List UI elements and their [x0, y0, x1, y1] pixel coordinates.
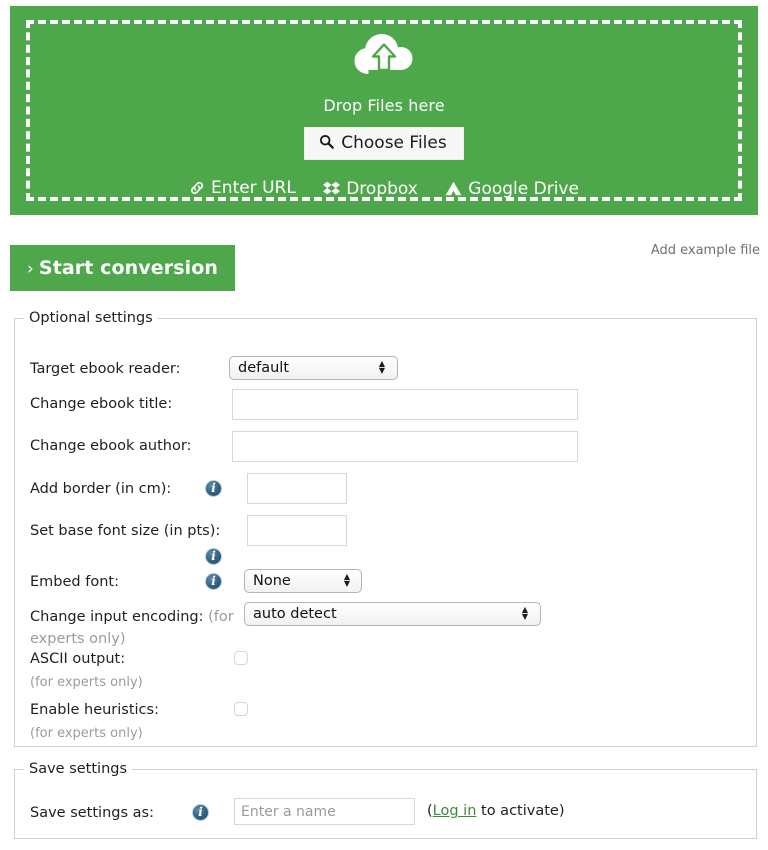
info-icon[interactable]: i: [205, 573, 222, 590]
cloud-upload-icon: [353, 30, 415, 76]
ebook-title-label: Change ebook title:: [30, 396, 173, 412]
ascii-output-label: ASCII output:: [30, 651, 126, 667]
embed-font-select[interactable]: None: [244, 569, 362, 593]
optional-settings-panel: Optional settings Target ebook reader: d…: [14, 310, 757, 747]
google-drive-icon: [445, 181, 462, 196]
link-icon: [189, 180, 205, 196]
choose-files-button[interactable]: Choose Files: [304, 127, 464, 160]
save-settings-legend: Save settings: [29, 761, 128, 777]
choose-files-label: Choose Files: [341, 133, 447, 153]
add-border-input[interactable]: [247, 473, 347, 504]
input-encoding-select[interactable]: auto detect: [244, 602, 541, 626]
enable-heuristics-sublabel: (for experts only): [30, 726, 143, 741]
login-note: (Log in to activate): [427, 803, 564, 819]
add-border-label: Add border (in cm):: [30, 481, 172, 497]
start-conversion-button[interactable]: › Start conversion: [10, 245, 235, 291]
enter-url-link[interactable]: Enter URL: [189, 178, 296, 198]
base-font-size-input[interactable]: [247, 515, 347, 546]
login-note-suffix: to activate): [476, 803, 565, 819]
chevron-right-icon: ›: [27, 259, 34, 279]
ascii-output-sublabel: (for experts only): [30, 675, 143, 690]
base-font-size-label: Set base font size (in pts):: [30, 523, 221, 539]
optional-settings-legend: Optional settings: [29, 310, 153, 326]
save-settings-as-label: Save settings as:: [30, 805, 154, 821]
enable-heuristics-checkbox[interactable]: [234, 702, 248, 716]
enable-heuristics-label: Enable heuristics:: [30, 702, 159, 718]
info-icon[interactable]: i: [205, 548, 222, 565]
ascii-output-checkbox[interactable]: [234, 651, 248, 665]
info-icon[interactable]: i: [192, 804, 209, 821]
input-encoding-label-text: Change input encoding:: [30, 609, 204, 625]
search-icon: [319, 134, 335, 152]
dropbox-icon: [323, 181, 341, 196]
google-drive-label: Google Drive: [468, 178, 579, 199]
drop-files-label: Drop Files here: [323, 96, 445, 115]
ebook-author-input[interactable]: [232, 431, 578, 462]
dropbox-link[interactable]: Dropbox: [323, 179, 418, 199]
start-conversion-label: Start conversion: [38, 257, 219, 279]
page-root: Drop Files here Choose Files Enter URL D…: [0, 0, 768, 850]
save-settings-panel: Save settings Save settings as: i (Log i…: [14, 761, 757, 839]
google-drive-link[interactable]: Google Drive: [445, 179, 579, 199]
save-settings-name-input[interactable]: [234, 798, 415, 825]
enter-url-label: Enter URL: [211, 178, 296, 198]
log-in-link[interactable]: Log in: [433, 803, 477, 819]
cloud-upload-icon-wrap: [10, 30, 758, 80]
target-reader-select[interactable]: default: [229, 356, 398, 380]
embed-font-label: Embed font:: [30, 574, 119, 590]
file-dropzone[interactable]: Drop Files here Choose Files Enter URL D…: [10, 6, 758, 215]
add-example-file-link[interactable]: Add example file: [651, 243, 760, 258]
info-icon[interactable]: i: [205, 480, 222, 497]
choose-files-wrap: Choose Files: [10, 127, 758, 160]
input-encoding-label: Change input encoding: (for experts only…: [30, 606, 235, 650]
ebook-author-label: Change ebook author:: [30, 438, 192, 454]
ebook-title-input[interactable]: [232, 389, 578, 420]
target-reader-label: Target ebook reader:: [30, 361, 181, 377]
dropbox-label: Dropbox: [346, 178, 418, 199]
upload-source-links: Enter URL Dropbox Google Drive: [10, 178, 758, 201]
